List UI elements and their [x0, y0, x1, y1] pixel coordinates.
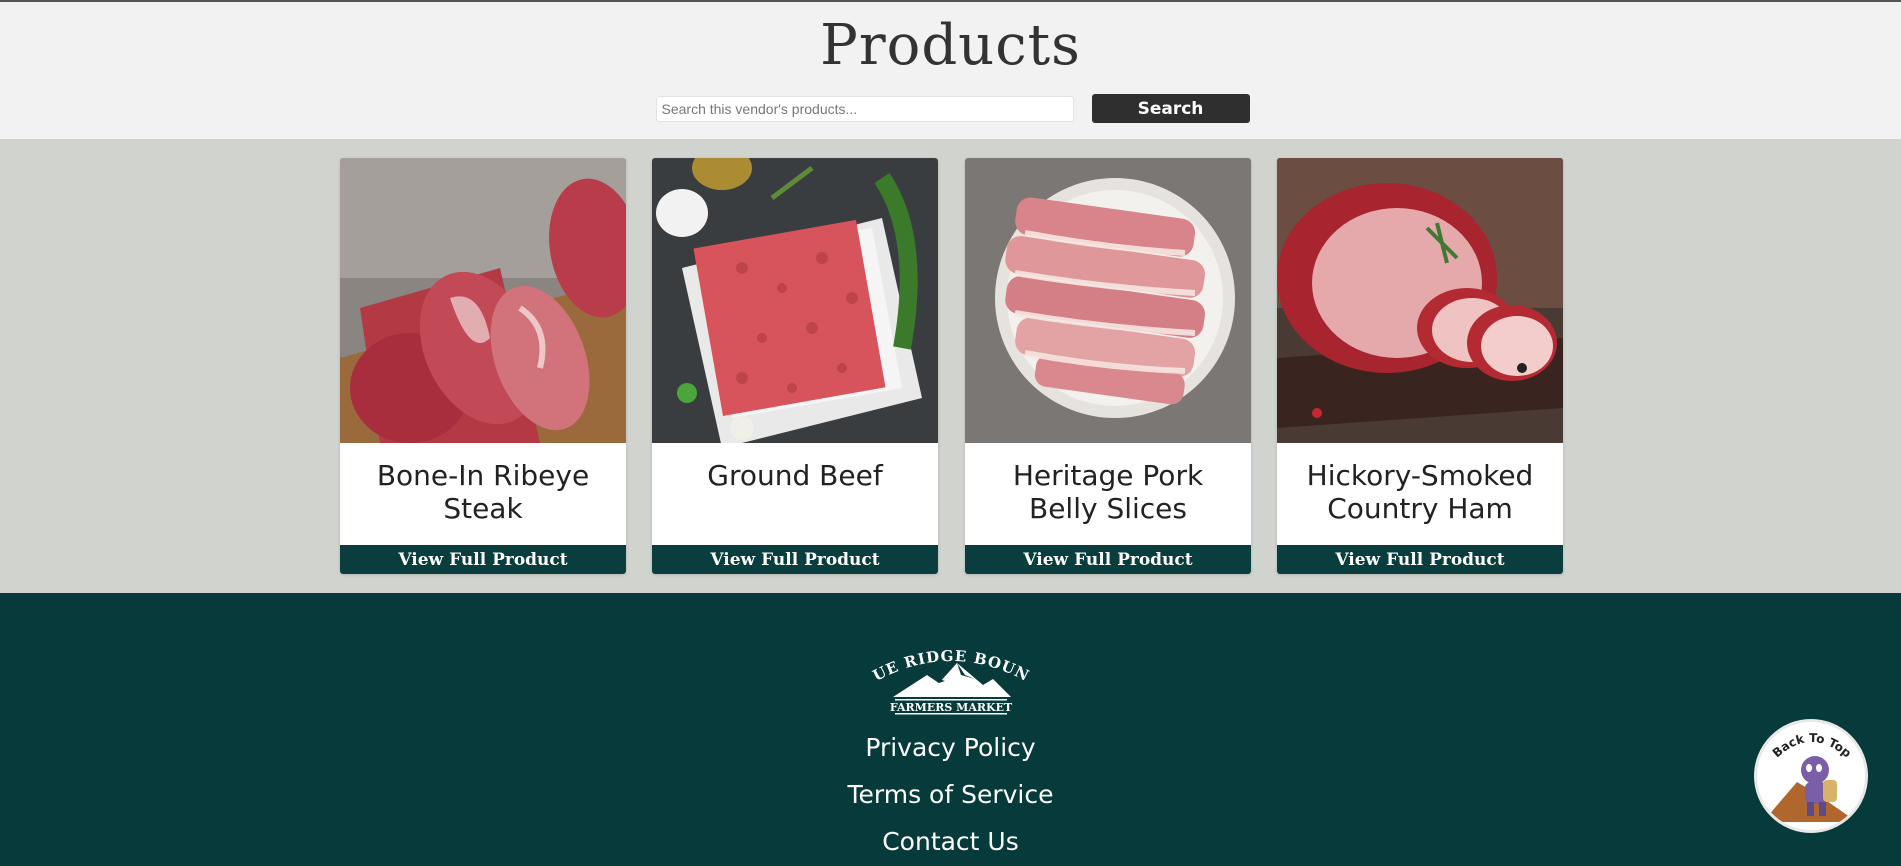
back-to-top-button[interactable]: Back To Top: [1754, 719, 1868, 833]
privacy-policy-link[interactable]: Privacy Policy: [865, 733, 1035, 763]
mascot-icon: Back To Top: [1767, 731, 1857, 822]
product-name: Hickory-Smoked Country Ham: [1306, 459, 1534, 525]
product-card: Ground Beef View Full Product: [652, 158, 938, 574]
svg-text:Back To Top: Back To Top: [1770, 731, 1854, 761]
search-button[interactable]: Search: [1091, 94, 1250, 123]
product-name: Ground Beef: [707, 459, 883, 492]
page-title: Products: [820, 13, 1081, 78]
contact-us-link[interactable]: Contact Us: [882, 827, 1019, 857]
product-name: Bone-In Ribeye Steak: [376, 459, 590, 525]
product-image-ground-beef[interactable]: [652, 158, 938, 443]
view-full-product-button[interactable]: View Full Product: [652, 545, 938, 574]
terms-of-service-link[interactable]: Terms of Service: [847, 780, 1053, 810]
view-full-product-button[interactable]: View Full Product: [1277, 545, 1563, 574]
product-grid: Bone-In Ribeye Steak View Full Product G…: [0, 139, 1901, 593]
svg-text:FARMERS MARKET: FARMERS MARKET: [889, 701, 1012, 714]
search-input[interactable]: [655, 95, 1074, 122]
product-name: Heritage Pork Belly Slices: [1012, 459, 1204, 525]
market-logo[interactable]: BLUE RIDGE BOUNTY FARMERS MARKET: [865, 645, 1037, 715]
product-card: Heritage Pork Belly Slices View Full Pro…: [965, 158, 1251, 574]
site-footer: BLUE RIDGE BOUNTY FARMERS MARKET Privacy…: [0, 593, 1901, 866]
product-image-ham[interactable]: [1277, 158, 1563, 443]
product-image-ribeye[interactable]: [340, 158, 626, 443]
search-bar: Search: [655, 94, 1250, 123]
product-card: Hickory-Smoked Country Ham View Full Pro…: [1277, 158, 1563, 574]
page-header: Products Search: [0, 2, 1901, 139]
view-full-product-button[interactable]: View Full Product: [965, 545, 1251, 574]
product-card: Bone-In Ribeye Steak View Full Product: [340, 158, 626, 574]
product-image-pork-belly[interactable]: [965, 158, 1251, 443]
view-full-product-button[interactable]: View Full Product: [340, 545, 626, 574]
